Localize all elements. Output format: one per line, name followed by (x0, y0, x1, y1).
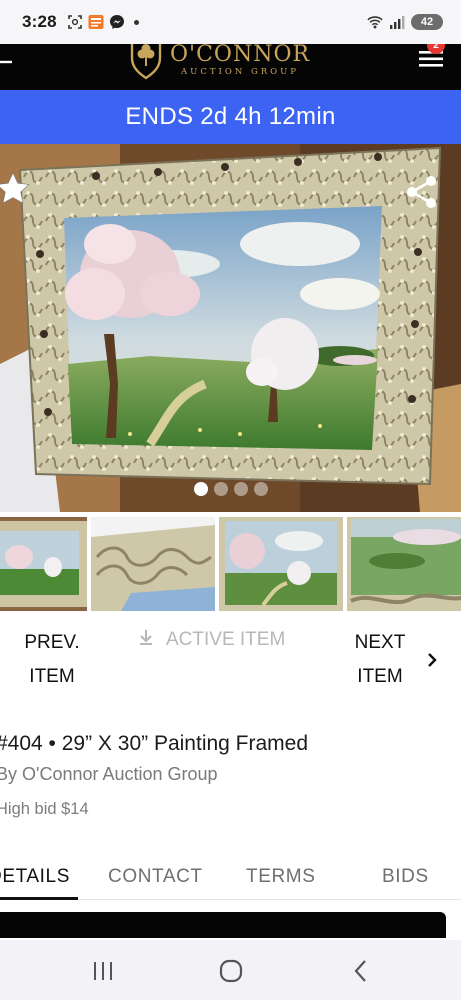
tab-contact[interactable]: CONTACT (108, 866, 203, 888)
status-notification-icons (67, 14, 139, 30)
screenshot-icon (67, 14, 83, 30)
carousel-dot-3[interactable] (233, 482, 248, 496)
active-item-label: ACTIVE ITEM (166, 629, 286, 650)
shamrock-crest-icon (128, 44, 164, 80)
screen: 3:28 42 O'CONNOR AUCTION GROUP 2 ENDS 2d… (0, 0, 461, 1000)
messenger-icon (109, 14, 125, 30)
share-icon[interactable] (405, 174, 439, 210)
thumbnail-strip[interactable] (0, 517, 461, 611)
wifi-icon (367, 14, 383, 30)
chevron-right-icon[interactable] (424, 650, 440, 670)
back-icon[interactable] (348, 958, 374, 984)
recent-apps-icon[interactable] (90, 958, 116, 984)
item-image-carousel[interactable] (0, 144, 461, 512)
favorite-star-icon[interactable] (0, 170, 32, 208)
seller-name[interactable]: By O'Connor Auction Group (0, 764, 218, 785)
menu-button[interactable]: 2 (417, 44, 447, 72)
signal-icon (389, 14, 405, 30)
news-app-icon (88, 14, 104, 30)
auction-countdown-banner: ENDS 2d 4h 12min (0, 90, 461, 144)
next-item-label-line1: NEXT (354, 632, 406, 653)
status-bar: 3:28 42 (0, 0, 461, 44)
painting-photo (0, 144, 461, 512)
tab-selected-indicator (0, 897, 78, 900)
prev-item-label-line1: PREV. (24, 632, 80, 653)
high-bid: High bid $14 (0, 800, 89, 818)
battery-icon: 42 (411, 14, 443, 30)
carousel-indicator[interactable] (0, 482, 461, 496)
item-title: #404 • 29” X 30” Painting Framed (0, 732, 309, 755)
notification-dot (133, 19, 139, 25)
thumbnail-3[interactable] (219, 517, 343, 611)
logo-text: O'CONNOR AUCTION GROUP (170, 44, 310, 77)
tab-content-panel (0, 912, 446, 938)
brand-logo[interactable]: O'CONNOR AUCTION GROUP (128, 44, 310, 82)
thumbnail-2[interactable] (91, 517, 215, 611)
status-system-icons: 42 (367, 14, 443, 30)
home-icon[interactable] (218, 958, 244, 984)
download-arrow-icon (138, 628, 154, 652)
app-header: O'CONNOR AUCTION GROUP 2 (0, 44, 461, 90)
carousel-dot-2[interactable] (213, 482, 228, 496)
tab-details[interactable]: DETAILS (0, 866, 70, 888)
carousel-dot-1[interactable] (193, 482, 208, 496)
item-navigation: PREV. ITEM ACTIVE ITEM NEXT ITEM (0, 620, 461, 700)
active-item-indicator: ACTIVE ITEM (138, 628, 285, 652)
tab-bids[interactable]: BIDS (382, 866, 429, 888)
tab-terms[interactable]: TERMS (246, 866, 316, 888)
detail-tabs: DETAILS CONTACT TERMS BIDS (0, 862, 461, 900)
prev-item-button[interactable]: PREV. ITEM (12, 626, 92, 694)
thumbnail-1[interactable] (0, 517, 87, 611)
next-item-button[interactable]: NEXT ITEM (340, 626, 420, 694)
carousel-dot-4[interactable] (253, 482, 268, 496)
logo-name: O'CONNOR (170, 44, 311, 67)
thumbnail-4[interactable] (347, 517, 461, 611)
prev-item-label-line2: ITEM (29, 666, 75, 687)
logo-subtitle: AUCTION GROUP (181, 67, 300, 77)
system-navigation-bar (0, 940, 461, 1000)
next-item-label-line2: ITEM (357, 666, 403, 687)
back-arrow-icon[interactable] (0, 52, 14, 72)
status-time: 3:28 (22, 12, 57, 31)
